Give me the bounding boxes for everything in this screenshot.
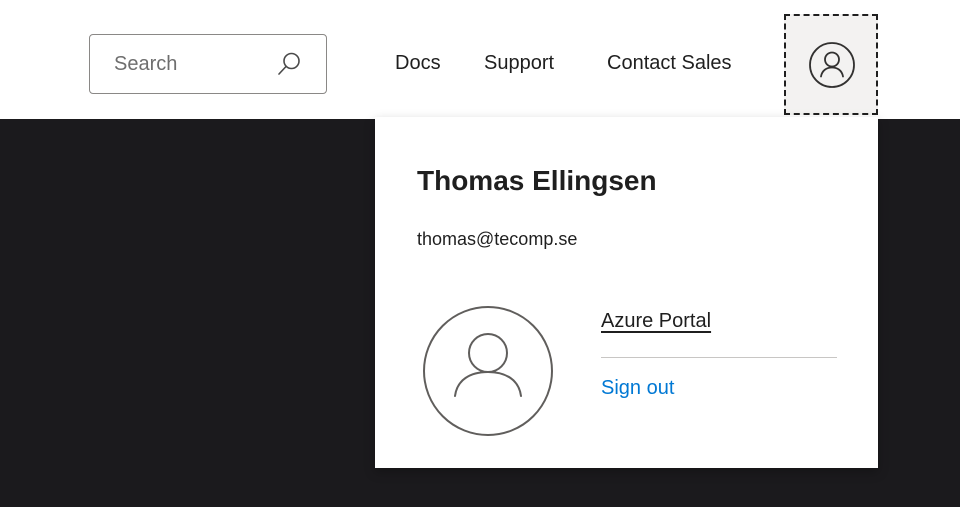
person-icon bbox=[423, 306, 553, 436]
search-icon[interactable] bbox=[274, 49, 304, 79]
search-input[interactable] bbox=[114, 35, 264, 93]
top-navigation-bar: Docs Support Contact Sales bbox=[0, 0, 960, 119]
search-box[interactable] bbox=[89, 34, 327, 94]
sign-out-link[interactable]: Sign out bbox=[601, 377, 674, 400]
profile-dropdown: Thomas Ellingsen thomas@tecomp.se Azure … bbox=[375, 117, 878, 468]
person-icon bbox=[809, 42, 855, 88]
nav-link-contact-sales[interactable]: Contact Sales bbox=[607, 51, 732, 75]
menu-divider bbox=[601, 357, 837, 358]
nav-link-support[interactable]: Support bbox=[484, 51, 554, 75]
user-email: thomas@tecomp.se bbox=[417, 229, 578, 249]
azure-portal-link[interactable]: Azure Portal bbox=[601, 310, 711, 333]
nav-link-docs[interactable]: Docs bbox=[395, 51, 441, 75]
profile-button[interactable] bbox=[784, 14, 878, 115]
user-name: Thomas Ellingsen bbox=[417, 165, 657, 196]
